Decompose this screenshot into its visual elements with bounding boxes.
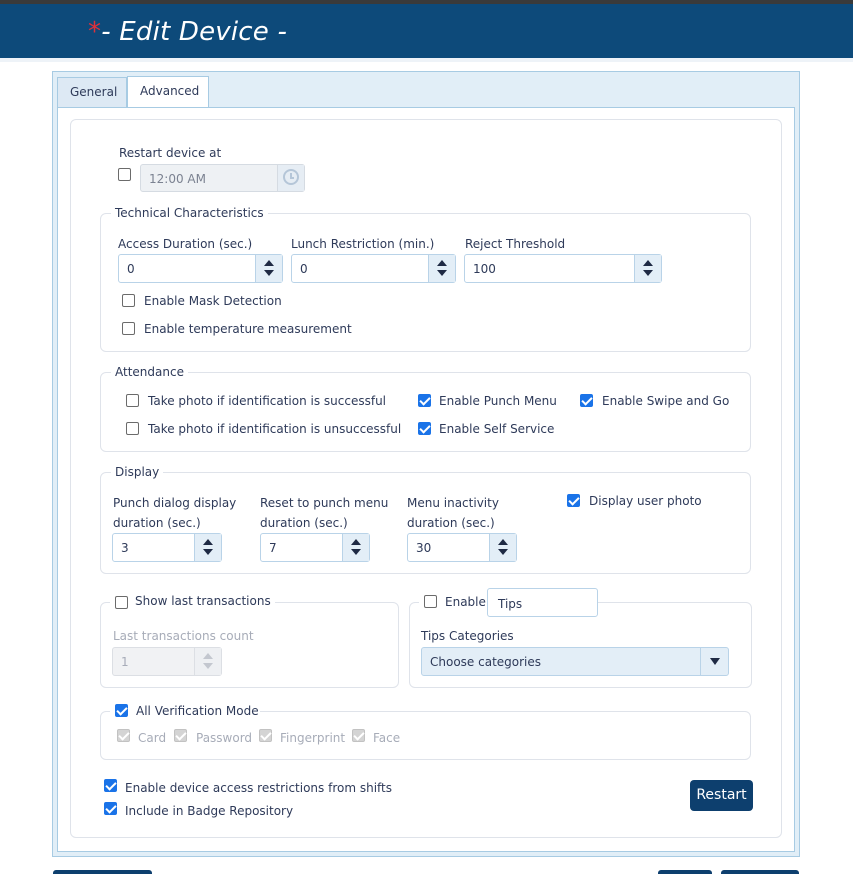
last-transactions-checkbox[interactable] [115, 596, 128, 609]
menu-inactivity-stepper[interactable] [489, 534, 516, 561]
bottom-button-left[interactable] [53, 870, 152, 874]
self-service-label: Enable Self Service [439, 422, 555, 436]
increment-icon[interactable] [643, 260, 653, 266]
tips-categories-select[interactable]: Choose categories [421, 647, 729, 676]
last-transactions-legend: Show last transactions [110, 594, 275, 608]
reset-punch-stepper[interactable] [342, 534, 369, 561]
lunch-restriction-stepper[interactable] [428, 255, 455, 282]
photo-success-label: Take photo if identification is successf… [148, 394, 387, 408]
user-photo-checkbox[interactable] [567, 494, 580, 507]
access-duration-input[interactable]: 0 [118, 254, 283, 283]
reject-threshold-label: Reject Threshold [465, 237, 566, 251]
user-photo-label: Display user photo [589, 494, 702, 508]
swipe-go-checkbox[interactable] [580, 394, 593, 407]
mask-detection-label: Enable Mask Detection [144, 294, 282, 308]
mode-password-label: Password [196, 731, 253, 745]
decrement-icon[interactable] [437, 270, 447, 276]
technical-legend: Technical Characteristics [111, 206, 268, 220]
increment-icon[interactable] [264, 260, 274, 266]
tips-enable-checkbox[interactable] [424, 595, 437, 608]
punch-menu-label: Enable Punch Menu [439, 394, 557, 408]
bottom-button-mid[interactable] [658, 870, 712, 874]
decrement-icon[interactable] [264, 270, 274, 276]
photo-fail-label: Take photo if identification is unsucces… [148, 422, 402, 436]
tips-input[interactable]: Tips [487, 588, 598, 617]
reject-threshold-input[interactable]: 100 [464, 254, 662, 283]
page-header: *- Edit Device - [0, 4, 853, 58]
increment-icon[interactable] [437, 260, 447, 266]
attendance-legend: Attendance [111, 365, 188, 379]
increment-icon [203, 653, 213, 659]
restart-at-checkbox[interactable] [118, 168, 131, 181]
restart-time-value: 12:00 AM [149, 172, 206, 186]
temperature-checkbox[interactable] [122, 322, 135, 335]
punch-dialog-input[interactable]: 3 [112, 533, 222, 562]
swipe-go-label: Enable Swipe and Go [602, 394, 730, 408]
header-divider [0, 58, 853, 62]
mode-password-checkbox [174, 729, 187, 742]
punch-dialog-label-1: Punch dialog display [113, 496, 237, 510]
decrement-icon[interactable] [351, 549, 361, 555]
photo-success-checkbox[interactable] [126, 394, 139, 407]
increment-icon[interactable] [203, 539, 213, 545]
mode-face-label: Face [373, 731, 401, 745]
tips-enable-label: Enable [445, 595, 486, 609]
tab-advanced[interactable]: Advanced [127, 76, 209, 108]
mode-fingerprint-checkbox [259, 729, 272, 742]
punch-menu-checkbox[interactable] [418, 394, 431, 407]
restart-time-input[interactable]: 12:00 AM [140, 164, 305, 192]
mode-card-label: Card [138, 731, 167, 745]
reset-punch-label-1: Reset to punch menu [260, 496, 389, 510]
punch-dialog-stepper[interactable] [194, 534, 221, 561]
decrement-icon [203, 663, 213, 669]
increment-icon[interactable] [498, 539, 508, 545]
reject-threshold-stepper[interactable] [634, 255, 661, 282]
restart-at-label: Restart device at [119, 146, 222, 160]
decrement-icon[interactable] [498, 549, 508, 555]
restart-button[interactable]: Restart [690, 780, 753, 811]
badge-repository-checkbox[interactable] [104, 802, 117, 815]
verification-all-checkbox[interactable] [115, 704, 128, 717]
mask-detection-checkbox[interactable] [122, 294, 135, 307]
verification-all-label: All Verification Mode [136, 704, 259, 718]
reset-punch-label-2: duration (sec.) [260, 516, 348, 530]
access-duration-label: Access Duration (sec.) [118, 237, 253, 251]
punch-dialog-label-2: duration (sec.) [113, 516, 201, 530]
lunch-restriction-label: Lunch Restriction (min.) [291, 237, 435, 251]
tips-categories-label: Tips Categories [421, 629, 514, 643]
menu-inactivity-label-2: duration (sec.) [407, 516, 495, 530]
attendance-fieldset [100, 372, 751, 452]
decrement-icon[interactable] [643, 270, 653, 276]
chevron-down-icon[interactable] [700, 648, 728, 675]
last-transactions-count-label: Last transactions count [113, 629, 254, 643]
shift-restrictions-label: Enable device access restrictions from s… [125, 781, 392, 795]
reset-punch-input[interactable]: 7 [260, 533, 370, 562]
badge-repository-label: Include in Badge Repository [125, 804, 294, 818]
shift-restrictions-checkbox[interactable] [104, 779, 117, 792]
self-service-checkbox[interactable] [418, 422, 431, 435]
mode-fingerprint-label: Fingerprint [280, 731, 346, 745]
page-title: *- Edit Device - [88, 17, 288, 47]
required-mark: * [88, 17, 102, 47]
menu-inactivity-label-1: Menu inactivity [407, 496, 499, 510]
tab-general[interactable]: General [57, 77, 127, 108]
last-transactions-count-input: 1 [112, 647, 222, 676]
last-transactions-stepper [194, 648, 221, 675]
clock-icon [283, 169, 299, 185]
access-duration-stepper[interactable] [255, 255, 282, 282]
photo-fail-checkbox[interactable] [126, 422, 139, 435]
bottom-button-right[interactable] [721, 870, 799, 874]
mode-card-checkbox [117, 729, 130, 742]
mode-face-checkbox [352, 729, 365, 742]
temperature-label: Enable temperature measurement [144, 322, 352, 336]
menu-inactivity-input[interactable]: 30 [407, 533, 517, 562]
increment-icon[interactable] [351, 539, 361, 545]
display-legend: Display [111, 465, 164, 479]
decrement-icon[interactable] [203, 549, 213, 555]
lunch-restriction-input[interactable]: 0 [291, 254, 456, 283]
time-picker-button[interactable] [277, 165, 304, 191]
